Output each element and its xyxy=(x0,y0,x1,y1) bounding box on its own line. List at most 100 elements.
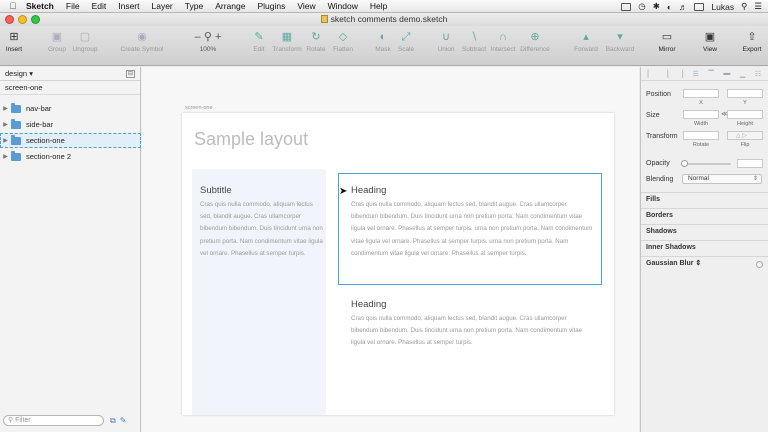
ungroup-label: Ungroup xyxy=(72,46,98,53)
transform-icon: ▦ xyxy=(281,31,293,43)
chevron-updown-icon: ⇕ xyxy=(752,176,758,182)
folder-icon xyxy=(11,102,21,113)
page-selector[interactable]: design ▾ ⊟ xyxy=(0,67,140,81)
scale-button[interactable]: ⤢ Scale xyxy=(384,30,428,53)
height-field[interactable] xyxy=(727,110,763,119)
subtitle-body[interactable]: Cras quis nulla commodo, aliquam lectus … xyxy=(200,199,324,260)
difference-button[interactable]: ⊕ Difference xyxy=(513,30,557,53)
menu-edit[interactable]: Edit xyxy=(86,1,113,11)
view-button[interactable]: ▣ View xyxy=(688,30,732,53)
filter-input[interactable]: ⚲ Filter xyxy=(3,415,104,426)
menu-arrange[interactable]: Arrange xyxy=(209,1,251,11)
view-label: View xyxy=(703,46,717,53)
bluetooth-icon[interactable]: ✱ xyxy=(653,1,660,12)
volume-icon[interactable]: ♬ xyxy=(679,2,688,12)
artboard-name: screen-one xyxy=(5,83,43,92)
borders-section[interactable]: Borders xyxy=(641,208,768,223)
align-left-icon[interactable]: ▏ xyxy=(648,70,653,78)
disclosure-triangle-icon[interactable]: ▶ xyxy=(0,153,11,160)
insert-button[interactable]: ⊞ Insert xyxy=(0,30,36,53)
layer-section-one[interactable]: ▶ section-one xyxy=(0,133,141,148)
blending-label: Blending xyxy=(646,176,674,183)
position-x-field[interactable] xyxy=(683,89,719,98)
artboard-screen-one[interactable]: Sample layout Subtitle Cras quis nulla c… xyxy=(182,113,614,415)
align-top-icon[interactable]: ▔ xyxy=(708,70,713,78)
section-one-heading[interactable]: Heading xyxy=(351,185,386,196)
menu-insert[interactable]: Insert xyxy=(112,1,145,11)
position-y-field[interactable] xyxy=(727,89,763,98)
layer-artboard-screen-one[interactable]: screen-one xyxy=(0,81,140,95)
zoom-icons: – ⚲ + xyxy=(186,30,230,44)
notification-center-icon[interactable]: ☰ xyxy=(754,1,762,12)
blending-select[interactable]: Normal ⇕ xyxy=(682,174,762,184)
chevron-down-icon: ▾ xyxy=(29,69,33,78)
disclosure-triangle-icon[interactable]: ▶ xyxy=(0,137,11,144)
menu-plugins[interactable]: Plugins xyxy=(251,1,291,11)
time-machine-icon[interactable]: ◷ xyxy=(638,1,645,12)
filter-options: ⧉ ✎ xyxy=(110,416,126,426)
battery-icon[interactable] xyxy=(694,2,705,11)
flatten-button[interactable]: ◇ Flatten xyxy=(321,30,365,53)
menu-view[interactable]: View xyxy=(291,1,321,11)
menu-help[interactable]: Help xyxy=(364,1,393,11)
forward-icon: ▴ xyxy=(583,31,589,43)
disclosure-triangle-icon[interactable]: ▶ xyxy=(0,105,11,112)
menu-layer[interactable]: Layer xyxy=(146,1,179,11)
menu-file[interactable]: File xyxy=(60,1,86,11)
shadows-section[interactable]: Shadows xyxy=(641,224,768,239)
distribute-vertical-icon[interactable]: ☷ xyxy=(755,70,761,78)
collapse-pages-button[interactable]: ⊟ xyxy=(126,69,135,78)
artboard-label[interactable]: screen-one xyxy=(185,105,213,111)
section-one-2-heading[interactable]: Heading xyxy=(351,299,386,310)
zoom-out-button[interactable]: – xyxy=(195,31,201,43)
align-right-icon[interactable]: ▕ xyxy=(678,70,683,78)
mirror-icon: ▭ xyxy=(661,31,673,43)
gaussian-blur-section[interactable]: Gaussian Blur ⇕ xyxy=(641,256,768,271)
align-bottom-icon[interactable]: ▁ xyxy=(740,70,745,78)
zoom-button[interactable] xyxy=(31,15,40,24)
backward-button[interactable]: ▾ Backward xyxy=(598,30,642,53)
spotlight-icon[interactable]: ⚲ xyxy=(741,1,747,12)
menu-window[interactable]: Window xyxy=(322,1,364,11)
user-name[interactable]: Lukas xyxy=(711,2,734,12)
rotate-field[interactable] xyxy=(683,131,719,140)
minimize-button[interactable] xyxy=(18,15,27,24)
layer-section-one-2[interactable]: ▶ section-one 2 xyxy=(0,149,141,164)
edit-label: Edit xyxy=(253,46,265,53)
copy-icon[interactable]: ⧉ xyxy=(110,416,116,426)
folder-icon xyxy=(11,118,21,129)
layer-side-bar[interactable]: ▶ side-bar xyxy=(0,117,141,132)
layer-nav-bar[interactable]: ▶ nav-bar xyxy=(0,101,141,116)
blur-toggle[interactable] xyxy=(756,261,763,268)
section-one-2-body[interactable]: Cras quis nulla commodo, aliquam lectus … xyxy=(351,313,595,350)
disclosure-triangle-icon[interactable]: ▶ xyxy=(0,121,11,128)
opacity-slider-knob[interactable] xyxy=(681,160,688,167)
pencil-icon[interactable]: ✎ xyxy=(120,416,127,426)
apple-menu-icon[interactable]:  xyxy=(6,1,20,11)
menu-app-sketch[interactable]: Sketch xyxy=(20,1,60,11)
layout-title[interactable]: Sample layout xyxy=(194,129,308,150)
align-center-icon[interactable]: ▕ xyxy=(663,70,668,78)
wifi-icon[interactable]: ◐ xyxy=(667,2,672,12)
create-symbol-button[interactable]: ◉ Create Symbol xyxy=(120,30,164,53)
screen-icon[interactable] xyxy=(621,2,632,11)
section-one-body[interactable]: Cras quis nulla commodo, aliquam lectus … xyxy=(351,199,595,260)
opacity-field[interactable] xyxy=(737,159,763,168)
inner-shadows-section[interactable]: Inner Shadows xyxy=(641,240,768,255)
subtitle-heading[interactable]: Subtitle xyxy=(200,185,232,196)
opacity-slider[interactable] xyxy=(683,163,731,165)
zoom-in-button[interactable]: + xyxy=(215,31,221,43)
width-field[interactable] xyxy=(683,110,719,119)
fills-section[interactable]: Fills xyxy=(641,192,768,207)
ungroup-button[interactable]: ▢ Ungroup xyxy=(63,30,107,53)
status-area: ◷ ✱ ◐ ♬ Lukas ⚲ ☰ xyxy=(621,0,762,13)
close-button[interactable] xyxy=(5,15,14,24)
mirror-button[interactable]: ▭ Mirror xyxy=(645,30,689,53)
flip-buttons[interactable]: △ ▷ xyxy=(727,131,763,140)
menu-type[interactable]: Type xyxy=(179,1,209,11)
distribute-horizontal-icon[interactable]: ☰ xyxy=(693,70,699,78)
align-middle-icon[interactable]: ▬ xyxy=(723,70,730,77)
canvas[interactable]: screen-one Sample layout Subtitle Cras q… xyxy=(142,67,639,432)
export-button[interactable]: ⇧ Export xyxy=(730,30,768,53)
subtract-icon: ∖ xyxy=(470,31,478,43)
